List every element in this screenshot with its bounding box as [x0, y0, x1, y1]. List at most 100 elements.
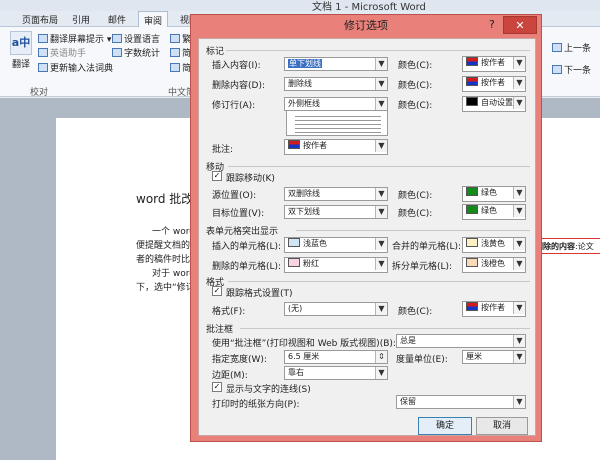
chevron-down-icon: ▼ — [513, 187, 525, 199]
ok-button[interactable]: 确定 — [418, 417, 472, 435]
format-select[interactable]: (无) ▼ — [284, 302, 388, 316]
track-formatting-checkbox[interactable]: ✓ — [212, 286, 222, 296]
move-to-select[interactable]: 双下划线 ▼ — [284, 205, 388, 219]
deleted-cells-select[interactable]: 粉红 ▼ — [284, 257, 388, 273]
color-swatch-icon — [466, 57, 478, 66]
chevron-down-icon: ▼ — [513, 351, 525, 363]
comment-balloon[interactable]: 删除的内容:论文 — [532, 238, 600, 254]
next-change-button[interactable]: 下一条 — [552, 63, 591, 76]
doc-line: 下，选中“修订 — [136, 283, 195, 293]
move-from-color-label: 颜色(C): — [398, 191, 433, 201]
color-swatch-icon — [466, 302, 478, 311]
margin-select[interactable]: 靠右 ▼ — [284, 366, 388, 380]
inserted-cells-label: 插入的单元格(L): — [212, 242, 282, 252]
chevron-down-icon: ▼ — [375, 303, 387, 315]
translate-screen-tip-button[interactable]: 翻译屏幕提示 ▾ — [38, 32, 111, 45]
chevron-down-icon: ▼ — [375, 58, 387, 70]
close-button[interactable]: ✕ — [503, 16, 537, 34]
color-swatch-icon — [466, 205, 478, 214]
help-button[interactable]: ? — [489, 18, 495, 31]
insertions-select[interactable]: 单下划线 ▼ — [284, 57, 388, 71]
markup-preview — [286, 110, 388, 136]
color-swatch-icon — [466, 258, 478, 267]
cancel-button[interactable]: 取消 — [476, 417, 528, 435]
tab-review[interactable]: 审阅 — [138, 11, 169, 28]
use-balloons-select[interactable]: 总是 ▼ — [396, 334, 526, 348]
previous-change-button[interactable]: 上一条 — [552, 41, 591, 54]
chevron-down-icon: ▼ — [513, 57, 525, 69]
insertions-color-select[interactable]: 按作者 ▼ — [462, 56, 526, 72]
section-divider — [240, 328, 530, 329]
chevron-down-icon: ▼ — [375, 98, 387, 110]
chevron-down-icon: ▼ — [513, 396, 525, 408]
changed-lines-color-label: 颜色(C): — [398, 101, 433, 111]
word-titlebar: 文档 1 - Microsoft Word — [0, 0, 600, 13]
changed-lines-select[interactable]: 外侧框线 ▼ — [284, 97, 388, 111]
format-color-select[interactable]: 按作者 ▼ — [462, 301, 526, 317]
deletions-color-label: 颜色(C): — [398, 81, 433, 91]
paper-orientation-select[interactable]: 保留 ▼ — [396, 395, 526, 409]
split-cells-select[interactable]: 浅橙色 ▼ — [462, 257, 526, 273]
color-swatch-icon — [288, 140, 300, 149]
tab-references[interactable]: 引用 — [72, 13, 90, 26]
arrow-down-icon — [552, 65, 562, 74]
color-swatch-icon — [288, 238, 300, 247]
margin-label: 边距(M): — [212, 371, 248, 381]
move-to-color-select[interactable]: 绿色 ▼ — [462, 204, 526, 220]
deletions-select[interactable]: 删除线 ▼ — [284, 77, 388, 91]
convert-icon — [170, 48, 180, 57]
changed-lines-label: 修订行(A): — [212, 101, 256, 111]
section-divider — [226, 50, 530, 51]
check-icon: ✓ — [213, 171, 221, 180]
format-color-label: 颜色(C): — [398, 307, 433, 317]
word-count-button[interactable]: 字数统计 — [112, 46, 160, 59]
color-swatch-icon — [288, 258, 300, 267]
tab-mailings[interactable]: 邮件 — [108, 13, 126, 26]
move-from-label: 源位置(O): — [212, 191, 257, 201]
doc-line: 一个 word — [152, 227, 195, 237]
move-from-select[interactable]: 双删除线 ▼ — [284, 187, 388, 201]
tab-page-layout[interactable]: 页面布局 — [22, 13, 58, 26]
insertions-label: 插入内容(I): — [212, 61, 261, 71]
move-to-label: 目标位置(V): — [212, 209, 265, 219]
set-language-button[interactable]: 设置语言 — [112, 32, 160, 45]
measure-select[interactable]: 厘米 ▼ — [462, 350, 526, 364]
english-assistant-button[interactable]: 英语助手 — [38, 46, 86, 59]
chevron-down-icon: ▼ — [375, 140, 387, 152]
chevron-down-icon: ▼ — [513, 238, 525, 250]
track-moves-label: 跟踪移动(K) — [226, 174, 275, 184]
color-swatch-icon — [466, 97, 478, 106]
check-icon: ✓ — [213, 382, 221, 391]
arrow-up-icon — [552, 43, 562, 52]
update-ime-button[interactable]: 更新输入法词典 — [38, 61, 113, 74]
word-count-icon — [112, 48, 122, 57]
track-moves-checkbox[interactable]: ✓ — [212, 171, 222, 181]
paper-orientation-label: 打印时的纸张方向(P): — [212, 400, 300, 410]
chevron-down-icon: ▼ — [513, 97, 525, 109]
width-spinner[interactable]: 6.5 厘米 ⇕ — [284, 350, 388, 364]
show-lines-checkbox[interactable]: ✓ — [212, 382, 222, 392]
color-swatch-icon — [466, 187, 478, 196]
inserted-cells-select[interactable]: 浅蓝色 ▼ — [284, 237, 388, 253]
ime-icon — [38, 63, 48, 72]
merged-cells-select[interactable]: 浅黄色 ▼ — [462, 237, 526, 253]
changed-lines-color-select[interactable]: 自动设置 ▼ — [462, 96, 526, 112]
translate-button[interactable]: 翻译 — [12, 57, 30, 70]
section-divider — [228, 281, 530, 282]
chevron-down-icon: ▼ — [375, 188, 387, 200]
split-cells-label: 拆分单元格(L): — [392, 262, 453, 272]
section-divider — [228, 166, 530, 167]
deletions-color-select[interactable]: 按作者 ▼ — [462, 76, 526, 92]
comments-color-select[interactable]: 按作者 ▼ — [284, 139, 388, 155]
translate-icon[interactable]: a中 — [10, 31, 32, 55]
move-from-color-select[interactable]: 绿色 ▼ — [462, 186, 526, 202]
proofing-group-label: 校对 — [30, 88, 49, 98]
color-swatch-icon — [466, 77, 478, 86]
width-label: 指定宽度(W): — [212, 355, 267, 365]
chevron-down-icon: ▼ — [513, 205, 525, 217]
check-icon: ✓ — [213, 286, 221, 295]
use-balloons-label: 使用“批注框”(打印视图和 Web 版式视图)(B): — [212, 339, 396, 349]
deleted-cells-label: 删除的单元格(L): — [212, 262, 282, 272]
language-icon — [112, 34, 122, 43]
spinner-icon[interactable]: ⇕ — [375, 351, 387, 363]
